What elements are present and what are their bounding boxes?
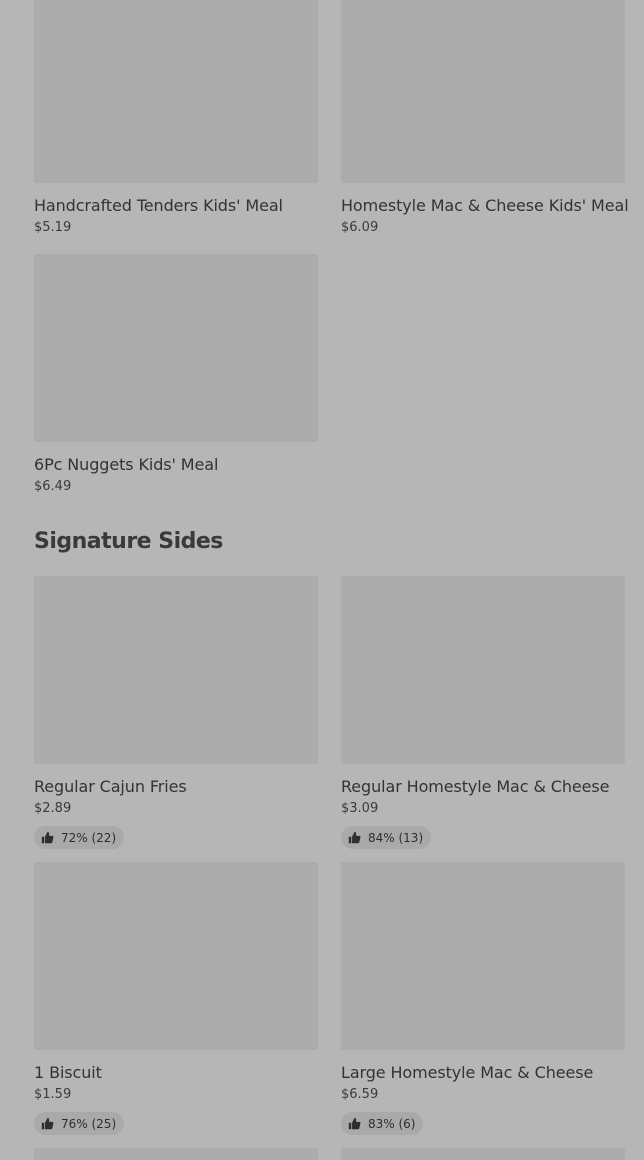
menu-item-image[interactable]	[341, 1148, 625, 1160]
menu-item-name: Regular Cajun Fries	[34, 777, 187, 796]
menu-item-price: $6.59	[341, 1087, 379, 1102]
menu-item-card[interactable]: Homestyle Mac & Cheese Kids' Meal $6.09	[341, 0, 629, 236]
menu-item-name: Handcrafted Tenders Kids' Meal	[34, 196, 283, 215]
menu-item-name: 6Pc Nuggets Kids' Meal	[34, 455, 219, 474]
menu-item-card[interactable]: Handcrafted Tenders Kids' Meal $5.19	[34, 0, 318, 236]
menu-item-image[interactable]	[341, 0, 625, 183]
rating-badge: 83% (6)	[341, 1112, 424, 1135]
menu-item-image[interactable]	[34, 1148, 318, 1160]
menu-item-name: Regular Homestyle Mac & Cheese	[341, 777, 610, 796]
rating-text: 72% (22)	[61, 830, 117, 845]
menu-item-price: $6.09	[341, 220, 379, 235]
menu-item-price: $6.49	[34, 479, 72, 494]
menu-item-name: Homestyle Mac & Cheese Kids' Meal	[341, 196, 629, 215]
menu-item-card[interactable]: Regular Homestyle Mac & Cheese $3.09 84%…	[341, 576, 625, 849]
menu-item-image[interactable]	[34, 254, 318, 442]
rating-badge: 84% (13)	[341, 826, 432, 849]
menu-item-price: $5.19	[34, 220, 72, 235]
rating-text: 76% (25)	[61, 1116, 117, 1131]
menu-item-card[interactable]: 6Pc Nuggets Kids' Meal $6.49	[34, 254, 318, 495]
menu-item-card[interactable]: Large Homestyle Mac & Cheese $6.59 83% (…	[341, 862, 625, 1135]
thumbs-up-icon	[41, 1117, 54, 1130]
menu-item-image[interactable]	[34, 576, 318, 764]
menu-item-name: Large Homestyle Mac & Cheese	[341, 1063, 594, 1082]
menu-item-price: $2.89	[34, 801, 72, 816]
rating-text: 84% (13)	[368, 830, 424, 845]
section-title: Signature Sides	[34, 529, 223, 554]
menu-item-image[interactable]	[34, 862, 318, 1050]
menu-item-price: $1.59	[34, 1087, 72, 1102]
menu-page: Handcrafted Tenders Kids' Meal $5.19 Hom…	[0, 0, 644, 1160]
menu-item-image[interactable]	[341, 576, 625, 764]
thumbs-up-icon	[348, 831, 361, 844]
thumbs-up-icon	[348, 1117, 361, 1130]
rating-badge: 72% (22)	[34, 826, 125, 849]
menu-item-name: 1 Biscuit	[34, 1063, 102, 1082]
rating-badge: 76% (25)	[34, 1112, 125, 1135]
menu-item-card[interactable]: 1 Biscuit $1.59 76% (25)	[34, 862, 318, 1135]
menu-item-card[interactable]: Regular Cajun Fries $2.89 72% (22)	[34, 576, 318, 849]
menu-item-image[interactable]	[341, 862, 625, 1050]
menu-item-image[interactable]	[34, 0, 318, 183]
thumbs-up-icon	[41, 831, 54, 844]
rating-text: 83% (6)	[368, 1116, 416, 1131]
menu-item-price: $3.09	[341, 801, 379, 816]
